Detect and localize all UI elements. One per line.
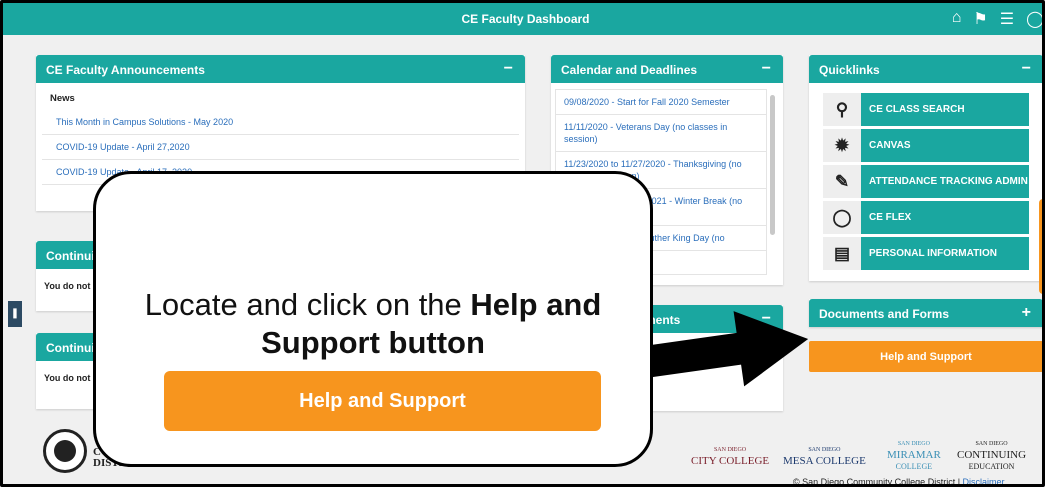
disclaimer-link[interactable]: Disclaimer	[963, 477, 1005, 484]
quicklink-label: PERSONAL INFORMATION	[869, 248, 997, 259]
district-seal	[43, 429, 87, 473]
calendar-scrollbar[interactable]	[770, 95, 775, 235]
compass-icon[interactable]: ◯	[1026, 9, 1042, 29]
quicklinks-toggle[interactable]: −	[1022, 60, 1031, 78]
city-college-logo: SAN DIEGO CITY COLLEGE	[691, 447, 770, 467]
mesa-college-logo: SAN DIEGO MESA COLLEGE	[783, 447, 866, 467]
search-icon: ⚲	[823, 93, 861, 126]
page-title: CE Faculty Dashboard	[461, 12, 590, 26]
instruction-text: Locate and click on the Help and Support…	[144, 287, 602, 360]
sidebar-toggle[interactable]: ❚	[8, 301, 22, 327]
help-and-support-button[interactable]: Help and Support	[809, 341, 1042, 372]
documents-forms-panel: Documents and Forms +	[809, 299, 1042, 327]
quicklinks-title: Quicklinks	[819, 63, 880, 77]
copyright: © San Diego Community College District |…	[793, 477, 1005, 487]
news-link[interactable]: COVID-19 Update - April 27,2020	[42, 135, 519, 160]
more-info-tab[interactable]	[1039, 199, 1042, 294]
calendar-toggle[interactable]: −	[762, 60, 771, 78]
quicklinks-header: Quicklinks −	[809, 55, 1042, 83]
calendar-item[interactable]: 09/08/2020 - Start for Fall 2020 Semeste…	[556, 90, 766, 115]
quicklinks-panel: Quicklinks − ⚲ CE CLASS SEARCH ✹ CANVAS ✎ A…	[809, 55, 1042, 281]
canvas-icon: ✹	[823, 129, 861, 162]
calendar-header: Calendar and Deadlines −	[551, 55, 783, 83]
lightbulb-icon: ◯	[823, 201, 861, 234]
news-link[interactable]: This Month in Campus Solutions - May 202…	[42, 110, 519, 135]
quicklink-canvas[interactable]: ✹ CANVAS	[823, 129, 1029, 162]
id-card-icon: ▤	[823, 237, 861, 270]
top-bar: CE Faculty Dashboard ⌂ ⚑ ☰ ◯	[3, 3, 1042, 35]
calendar-item[interactable]: 11/11/2020 - Veterans Day (no classes in…	[556, 115, 766, 152]
quicklink-label: CANVAS	[869, 140, 911, 151]
calendar-title: Calendar and Deadlines	[561, 63, 698, 77]
announcements-title: CE Faculty Announcements	[46, 63, 205, 77]
quicklink-label: ATTENDANCE TRACKING ADMIN	[869, 176, 1028, 187]
quicklink-personal-info[interactable]: ▤ PERSONAL INFORMATION	[823, 237, 1029, 270]
quicklink-label: CE FLEX	[869, 212, 912, 223]
flag-icon[interactable]: ⚑	[973, 9, 987, 29]
quicklink-ce-class-search[interactable]: ⚲ CE CLASS SEARCH	[823, 93, 1029, 126]
quicklink-label: CE CLASS SEARCH	[869, 104, 965, 115]
miramar-college-logo: SAN DIEGO MIRAMAR COLLEGE	[887, 441, 941, 471]
dashboard-frame: CE Faculty Dashboard ⌂ ⚑ ☰ ◯ CE Faculty …	[0, 0, 1045, 487]
announcements-toggle[interactable]: −	[504, 60, 513, 78]
news-heading: News	[50, 93, 75, 104]
quicklink-attendance[interactable]: ✎ ATTENDANCE TRACKING ADMIN	[823, 165, 1029, 198]
continuing-education-logo: SAN DIEGO CONTINUING EDUCATION	[957, 441, 1027, 471]
continuing-title: Continui	[46, 341, 95, 355]
continuing-title: Continui	[46, 249, 95, 263]
home-icon[interactable]: ⌂	[952, 9, 962, 29]
documents-forms-header[interactable]: Documents and Forms +	[809, 299, 1042, 327]
instruction-callout: Locate and click on the Help and Support…	[93, 171, 653, 467]
quicklink-ce-flex[interactable]: ◯ CE FLEX	[823, 201, 1029, 234]
documents-forms-title: Documents and Forms	[819, 307, 950, 321]
attendance-icon: ✎	[823, 165, 861, 198]
documents-forms-toggle[interactable]: +	[1022, 304, 1031, 322]
announcements-header: CE Faculty Announcements −	[36, 55, 525, 83]
menu-icon[interactable]: ☰	[1000, 9, 1014, 29]
pointer-arrow	[643, 311, 809, 387]
callout-help-button: Help and Support	[164, 371, 601, 431]
